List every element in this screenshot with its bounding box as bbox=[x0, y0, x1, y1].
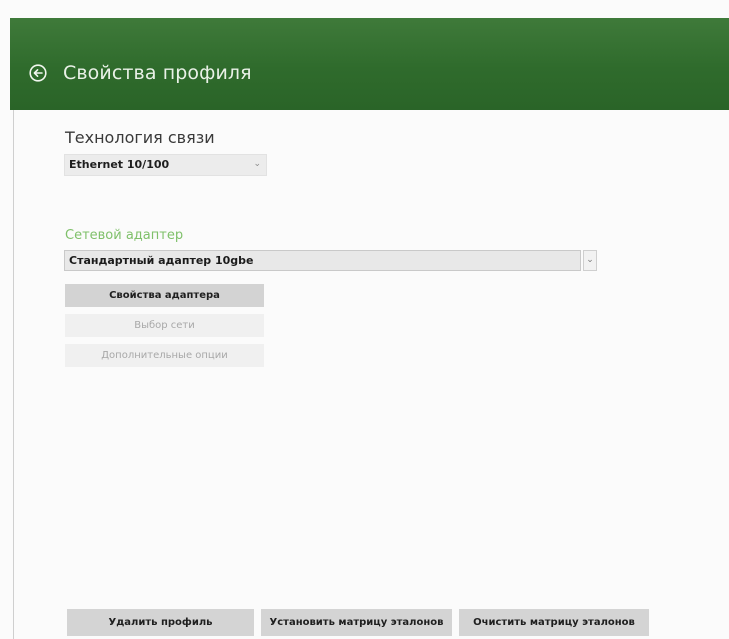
technology-label: Технология связи bbox=[65, 128, 215, 147]
set-reference-matrix-button[interactable]: Установить матрицу эталонов bbox=[261, 609, 452, 636]
technology-selected-value: Ethernet 10/100 bbox=[69, 158, 170, 171]
network-select-button[interactable]: Выбор сети bbox=[65, 314, 264, 337]
back-arrow-icon[interactable] bbox=[29, 64, 47, 82]
profile-properties-page: Свойства профиля Технология связи Ethern… bbox=[0, 0, 729, 639]
extra-options-button[interactable]: Дополнительные опции bbox=[65, 344, 264, 367]
page-edge-divider bbox=[13, 18, 14, 639]
clear-reference-matrix-button[interactable]: Очистить матрицу эталонов bbox=[459, 609, 649, 636]
adapter-properties-button[interactable]: Свойства адаптера bbox=[65, 284, 264, 307]
chevron-down-icon: ⌄ bbox=[253, 159, 261, 169]
header-bar: Свойства профиля bbox=[10, 18, 729, 110]
adapter-select[interactable]: Стандартный адаптер 10gbe ⌄ bbox=[64, 250, 597, 271]
page-title: Свойства профиля bbox=[63, 62, 252, 84]
adapter-selected-value: Стандартный адаптер 10gbe bbox=[69, 254, 254, 267]
chevron-down-icon[interactable]: ⌄ bbox=[583, 250, 597, 271]
adapter-select-field[interactable]: Стандартный адаптер 10gbe bbox=[64, 250, 581, 271]
delete-profile-button[interactable]: Удалить профиль bbox=[67, 609, 254, 636]
technology-select[interactable]: Ethernet 10/100 ⌄ bbox=[64, 154, 267, 176]
adapter-label: Сетевой адаптер bbox=[65, 228, 184, 243]
